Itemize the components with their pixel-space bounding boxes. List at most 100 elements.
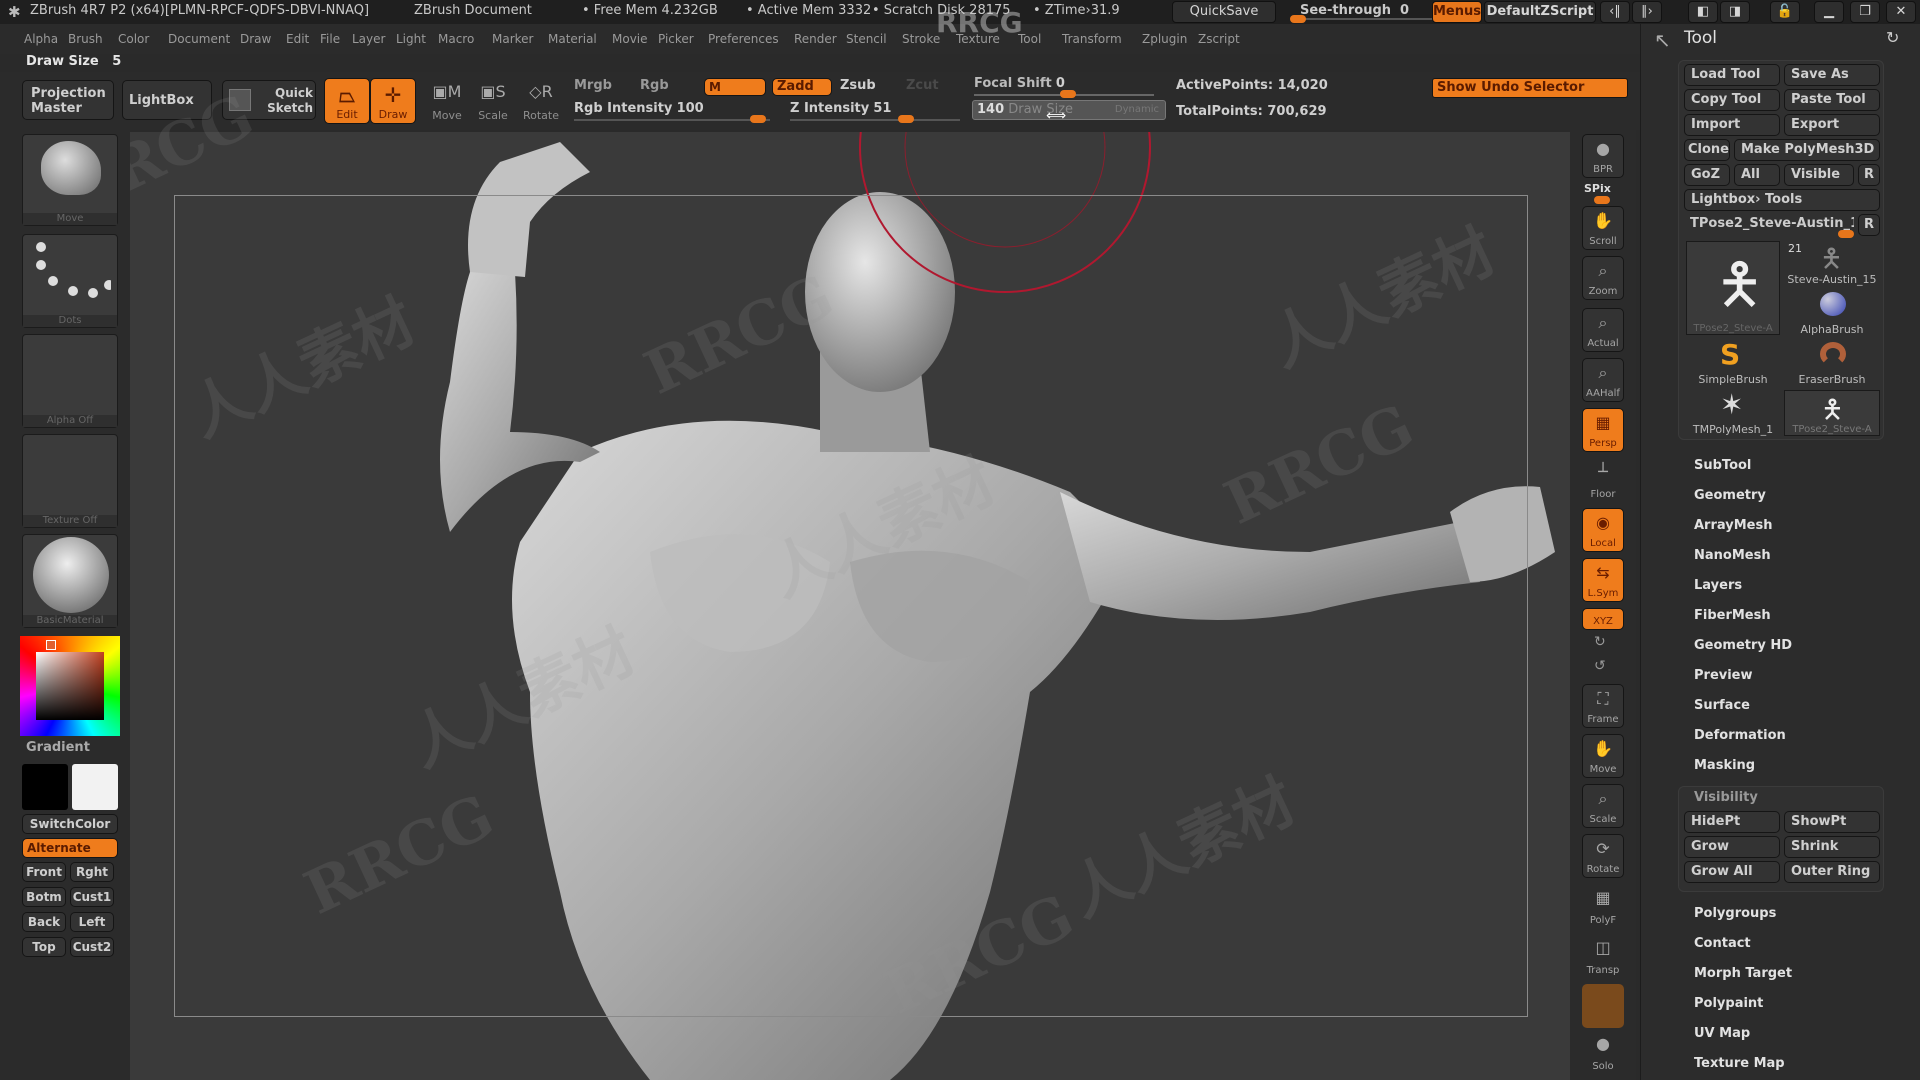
aahalf-button[interactable]: ⌕ AAHalf xyxy=(1582,358,1624,402)
zadd-button[interactable]: Zadd xyxy=(772,78,832,96)
hue-marker[interactable] xyxy=(46,640,56,650)
tool-thumb-main[interactable]: 🯅 TPose2_Steve-A xyxy=(1686,241,1780,335)
tool-thumb-alphabrush[interactable]: AlphaBrush xyxy=(1784,290,1880,336)
menu-macro[interactable]: Macro xyxy=(438,32,474,46)
section-visibility[interactable]: Visibility xyxy=(1694,790,1758,805)
lock-icon[interactable]: 🔓 xyxy=(1770,1,1800,23)
solo-button[interactable]: ● Solo xyxy=(1582,1030,1624,1074)
showpt-button[interactable]: ShowPt xyxy=(1784,811,1880,833)
transp-button[interactable]: ◫ Transp xyxy=(1582,934,1624,978)
tool-palette-title[interactable]: Tool xyxy=(1684,28,1717,48)
alternate-button[interactable]: Alternate xyxy=(22,838,118,858)
show-undo-selector-button[interactable]: Show Undo Selector xyxy=(1432,78,1628,98)
z-intensity-track[interactable] xyxy=(790,119,960,121)
menu-file[interactable]: File xyxy=(320,32,340,46)
hidept-button[interactable]: HidePt xyxy=(1684,811,1780,833)
menu-document[interactable]: Document xyxy=(168,32,230,46)
outer-ring-button[interactable]: Outer Ring xyxy=(1784,861,1880,883)
palette-dock-icon[interactable]: ↖ xyxy=(1654,28,1671,52)
shrink-button[interactable]: Shrink xyxy=(1784,836,1880,858)
goz-visible-button[interactable]: Visible xyxy=(1784,164,1854,186)
switch-color-button[interactable]: SwitchColor xyxy=(22,814,118,834)
move-button[interactable]: ▣M Move xyxy=(424,78,470,124)
material-selector[interactable]: BasicMaterial xyxy=(22,534,118,628)
section-texture-map[interactable]: Texture Map xyxy=(1694,1056,1785,1071)
menu-stroke[interactable]: Stroke xyxy=(902,32,940,46)
section-morph-target[interactable]: Morph Target xyxy=(1694,966,1792,981)
main-color-swatch[interactable] xyxy=(22,764,68,810)
bpr-button[interactable]: ● BPR xyxy=(1582,134,1624,178)
refresh-icon[interactable]: ↻ xyxy=(1886,28,1899,47)
ui-color-prev-icon[interactable]: ◧ xyxy=(1688,1,1718,23)
local-button[interactable]: ◉ Local xyxy=(1582,508,1624,552)
spix-slider[interactable]: SPix xyxy=(1584,182,1611,195)
projection-master-button[interactable]: Projection Master xyxy=(22,80,114,120)
default-zscript-button[interactable]: DefaultZScript xyxy=(1484,1,1596,23)
view-top-button[interactable]: Top xyxy=(22,937,66,957)
scale-button[interactable]: ▣S Scale xyxy=(470,78,516,124)
tool-thumb-simplebrush[interactable]: S SimpleBrush xyxy=(1686,338,1780,386)
section-layers[interactable]: Layers xyxy=(1694,578,1742,593)
rgb-intensity-slider[interactable]: Rgb Intensity 100 xyxy=(574,101,704,116)
current-tool-slider-handle[interactable] xyxy=(1838,230,1854,238)
section-polygroups[interactable]: Polygroups xyxy=(1694,906,1776,921)
goz-all-button[interactable]: All xyxy=(1734,164,1780,186)
clone-button[interactable]: Clone xyxy=(1684,139,1730,161)
gradient-toggle[interactable]: Gradient xyxy=(26,740,90,755)
lsym-button[interactable]: ⇆ L.Sym xyxy=(1582,558,1624,602)
menu-picker[interactable]: Picker xyxy=(658,32,694,46)
tool-thumb-tmpolymesh[interactable]: ✶ TMPolyMesh_1 xyxy=(1686,388,1780,436)
goz-button[interactable]: GoZ xyxy=(1684,164,1730,186)
menu-render[interactable]: Render xyxy=(794,32,837,46)
current-tool-r-button[interactable]: R xyxy=(1858,214,1880,236)
persp-button[interactable]: ▦ Persp xyxy=(1582,408,1624,452)
close-icon[interactable]: ✕ xyxy=(1886,1,1916,23)
rgb-button[interactable]: Rgb xyxy=(640,78,669,93)
grow-button[interactable]: Grow xyxy=(1684,836,1780,858)
menu-color[interactable]: Color xyxy=(118,32,149,46)
view-bottom-button[interactable]: Botm xyxy=(22,887,66,907)
tool-thumb-eraserbrush[interactable]: EraserBrush xyxy=(1784,340,1880,386)
tool-thumb-steve-austin[interactable]: 🯅 Steve-Austin_15 xyxy=(1784,240,1880,286)
move-view-button[interactable]: ✋ Move xyxy=(1582,734,1624,778)
texture-selector[interactable]: Texture Off xyxy=(22,434,118,528)
quicksave-button[interactable]: QuickSave xyxy=(1172,1,1276,23)
rotate-y-icon[interactable]: ↻ xyxy=(1594,634,1606,650)
section-deformation[interactable]: Deformation xyxy=(1694,728,1786,743)
paste-tool-button[interactable]: Paste Tool xyxy=(1784,89,1880,111)
rgb-intensity-handle[interactable] xyxy=(750,115,766,123)
goz-r-button[interactable]: R xyxy=(1858,164,1880,186)
make-polymesh3d-button[interactable]: Make PolyMesh3D xyxy=(1734,139,1880,161)
grow-all-button[interactable]: Grow All xyxy=(1684,861,1780,883)
quick-sketch-button[interactable]: Quick Sketch xyxy=(222,80,316,120)
z-intensity-handle[interactable] xyxy=(898,115,914,123)
view-front-button[interactable]: Front xyxy=(22,862,66,882)
menu-movie[interactable]: Movie xyxy=(612,32,648,46)
view-custom2-button[interactable]: Cust2 xyxy=(70,937,114,957)
m-button[interactable]: M xyxy=(704,78,766,96)
menu-draw[interactable]: Draw xyxy=(240,32,271,46)
section-uv-map[interactable]: UV Map xyxy=(1694,1026,1750,1041)
zoom-button[interactable]: ⌕ Zoom xyxy=(1582,256,1624,300)
restore-icon[interactable]: ❐ xyxy=(1850,1,1880,23)
view-custom1-button[interactable]: Cust1 xyxy=(70,887,114,907)
lightbox-button[interactable]: LightBox xyxy=(122,80,212,120)
tool-thumb-tpose2[interactable]: 🯅 TPose2_Steve-A xyxy=(1784,390,1880,436)
menu-transform[interactable]: Transform xyxy=(1062,32,1122,46)
menu-layer[interactable]: Layer xyxy=(352,32,385,46)
edit-button[interactable]: ⏢ Edit xyxy=(324,78,370,124)
rotate-view-button[interactable]: ⟳ Rotate xyxy=(1582,834,1624,878)
z-intensity-slider[interactable]: Z Intensity 51 xyxy=(790,101,891,116)
section-preview[interactable]: Preview xyxy=(1694,668,1753,683)
see-through-slider-handle[interactable] xyxy=(1290,15,1306,23)
minimize-icon[interactable]: ▁ xyxy=(1814,1,1844,23)
color-picker[interactable] xyxy=(20,636,120,736)
current-tool-slider[interactable]: TPose2_Steve-Austin_1 xyxy=(1684,214,1854,236)
copy-tool-button[interactable]: Copy Tool xyxy=(1684,89,1780,111)
menu-light[interactable]: Light xyxy=(396,32,426,46)
menu-preferences[interactable]: Preferences xyxy=(708,32,779,46)
menu-zplugin[interactable]: Zplugin xyxy=(1142,32,1187,46)
dynamic-button[interactable]: Dynamic xyxy=(1115,104,1159,115)
menu-zscript[interactable]: Zscript xyxy=(1198,32,1240,46)
section-subtool[interactable]: SubTool xyxy=(1694,458,1751,473)
